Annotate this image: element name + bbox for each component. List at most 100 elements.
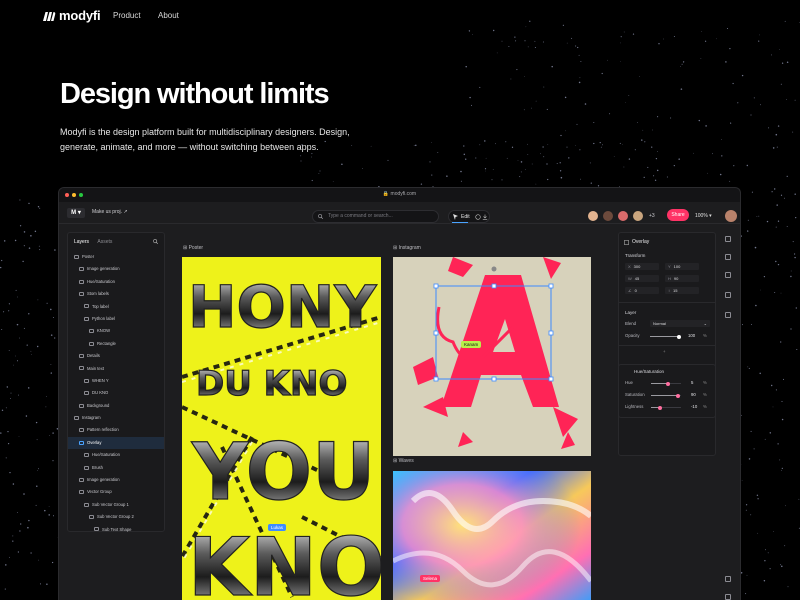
project-name[interactable]: Make us proj. ↗ bbox=[92, 209, 128, 215]
add-adjustment-icon[interactable]: + bbox=[663, 349, 666, 354]
nav-link-about[interactable]: About bbox=[158, 11, 179, 20]
export-icon[interactable] bbox=[482, 214, 488, 220]
field-key: ∠ bbox=[628, 288, 632, 293]
transform-field[interactable]: W 45 bbox=[625, 275, 659, 282]
user-avatar[interactable] bbox=[725, 210, 737, 222]
settings-icon[interactable] bbox=[725, 312, 731, 318]
brush-icon[interactable] bbox=[725, 292, 731, 298]
layer-icon bbox=[94, 527, 99, 532]
layer-item[interactable]: Pattern reflection bbox=[68, 424, 164, 436]
properties-icon[interactable] bbox=[725, 236, 731, 242]
app-menu-button[interactable]: M ▾ bbox=[67, 208, 85, 218]
layer-item[interactable]: Rectangle bbox=[68, 338, 164, 350]
layer-item[interactable]: Details bbox=[68, 350, 164, 362]
search-icon[interactable] bbox=[153, 239, 158, 244]
layer-name: Sub Text Shape bbox=[102, 526, 132, 532]
design-canvas[interactable]: ⊞ Poster ⊞ Instagram ⊞ Waves HONY DU KNO… bbox=[169, 226, 615, 600]
zoom-level[interactable]: 100% ▾ bbox=[695, 213, 712, 219]
transform-field[interactable]: Y 100 bbox=[665, 263, 699, 270]
avatar[interactable] bbox=[632, 210, 644, 222]
collaborator-count[interactable]: +3 bbox=[649, 213, 655, 219]
adjustment-label: Hue bbox=[625, 380, 633, 385]
chat-icon[interactable] bbox=[725, 594, 731, 600]
layer-item[interactable]: Sub Vector Group 1 bbox=[68, 499, 164, 511]
field-value: 45 bbox=[634, 276, 640, 281]
poster-text-honey: HONY bbox=[188, 273, 377, 341]
layer-item[interactable]: Image generation bbox=[68, 474, 164, 486]
edit-mode-tab[interactable]: Edit bbox=[461, 214, 470, 220]
frame-label-poster[interactable]: ⊞ Poster bbox=[183, 245, 203, 251]
url-bar[interactable]: 🔒 modyfi.com bbox=[59, 191, 740, 197]
layer-item[interactable]: Top label bbox=[68, 301, 164, 313]
layer-item[interactable]: Stom labels bbox=[68, 288, 164, 300]
waves-frame[interactable]: Selena bbox=[393, 471, 591, 600]
layer-name: Sub Vector Group 2 bbox=[97, 514, 134, 520]
transform-field[interactable]: H 90 bbox=[665, 275, 699, 282]
layer-icon bbox=[84, 465, 89, 470]
layer-item[interactable]: KNOW bbox=[68, 325, 164, 337]
layer-item[interactable]: Sub Vector Group 2 bbox=[68, 511, 164, 523]
layer-item[interactable]: Poster bbox=[68, 251, 164, 263]
field-value: 90 bbox=[673, 276, 679, 281]
avatar[interactable] bbox=[602, 210, 614, 222]
field-value: 0 bbox=[634, 288, 637, 293]
transform-field[interactable]: ∠ 0 bbox=[625, 287, 659, 294]
blend-label: Blend bbox=[625, 321, 636, 326]
field-key: H bbox=[668, 276, 671, 281]
layer-item[interactable]: Hue/Saturation bbox=[68, 449, 164, 461]
layer-name: Main text bbox=[87, 365, 104, 371]
layer-item[interactable]: Sub Text Shape bbox=[68, 524, 164, 536]
layer-item[interactable]: Vector Group bbox=[68, 486, 164, 498]
zoom-value: 100% bbox=[695, 213, 708, 219]
layer-item[interactable]: Image generation bbox=[68, 263, 164, 275]
adjustment-value[interactable]: 90 bbox=[691, 392, 696, 397]
avatar[interactable] bbox=[587, 210, 599, 222]
adjustment-slider[interactable] bbox=[651, 405, 681, 410]
tab-layers[interactable]: Layers bbox=[74, 239, 89, 245]
adjustment-value[interactable]: 5 bbox=[691, 380, 693, 385]
layer-item[interactable]: DU KNO bbox=[68, 387, 164, 399]
layer-icon bbox=[79, 267, 84, 272]
search-placeholder: Type a command or search... bbox=[328, 213, 393, 219]
browser-titlebar: 🔒 modyfi.com bbox=[59, 188, 740, 202]
adjustment-label: Saturation bbox=[625, 392, 645, 397]
layer-item[interactable]: Overlay bbox=[68, 436, 164, 450]
frame-label-instagram[interactable]: ⊞ Instagram bbox=[393, 245, 421, 251]
transform-field[interactable]: ↕ 15 bbox=[665, 287, 699, 294]
adjustment-slider[interactable] bbox=[651, 393, 681, 398]
mode-toolbar: Edit bbox=[448, 210, 490, 223]
comment-icon[interactable] bbox=[475, 214, 481, 220]
layer-item[interactable]: Hue/Saturation bbox=[68, 276, 164, 288]
command-search-input[interactable]: Type a command or search... bbox=[312, 210, 439, 223]
layer-item[interactable]: Instagram bbox=[68, 412, 164, 424]
effects-icon[interactable] bbox=[725, 272, 731, 278]
collaborator-avatars bbox=[587, 210, 644, 222]
opacity-slider[interactable] bbox=[650, 334, 681, 339]
opacity-value[interactable]: 100 bbox=[688, 333, 695, 338]
layer-list: Poster Image generation Hue/Saturation Stom… bbox=[68, 251, 164, 536]
layer-item[interactable]: WHEN Y bbox=[68, 375, 164, 387]
avatar[interactable] bbox=[617, 210, 629, 222]
frame-label-waves[interactable]: ⊞ Waves bbox=[393, 458, 414, 464]
share-button[interactable]: Share bbox=[667, 209, 689, 221]
brand-name: modyfi bbox=[59, 8, 101, 23]
cursor-icon[interactable] bbox=[453, 214, 459, 220]
nav-link-product[interactable]: Product bbox=[113, 11, 141, 20]
hero-subtitle: Modyfi is the design platform built for … bbox=[60, 127, 350, 152]
transform-field[interactable]: X 300 bbox=[625, 263, 659, 270]
edit-active-indicator bbox=[452, 222, 468, 223]
instagram-frame[interactable]: Kanam bbox=[393, 257, 591, 456]
layer-item[interactable]: Brush bbox=[68, 462, 164, 474]
help-icon[interactable] bbox=[725, 576, 731, 582]
adjustment-slider[interactable] bbox=[651, 381, 681, 386]
adjustment-value[interactable]: -10 bbox=[691, 404, 697, 409]
poster-frame[interactable]: HONY DU KNO YOU KNO Lukas bbox=[182, 257, 381, 600]
layer-item[interactable]: Python label bbox=[68, 313, 164, 325]
layer-item[interactable]: Background bbox=[68, 400, 164, 412]
brand-logo[interactable]: modyfi bbox=[43, 8, 101, 23]
blend-mode-select[interactable]: Normal ⌄ bbox=[650, 320, 710, 327]
layer-item[interactable]: Main text bbox=[68, 363, 164, 375]
poster-text-you: YOU bbox=[191, 428, 375, 518]
layers-icon[interactable] bbox=[725, 254, 731, 260]
tab-assets[interactable]: Assets bbox=[97, 239, 112, 245]
